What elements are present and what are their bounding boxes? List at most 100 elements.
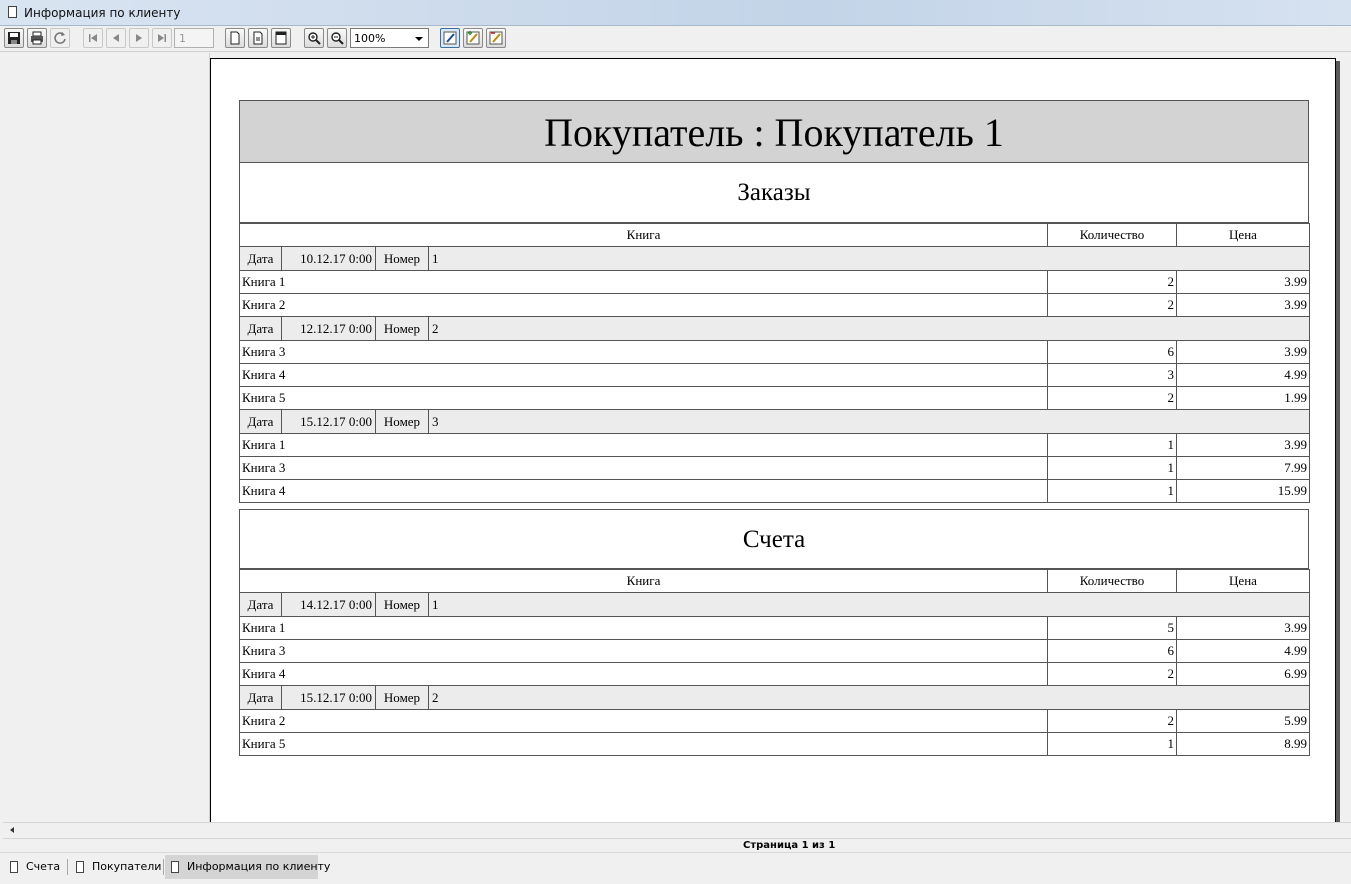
number-label: Номер [376,410,429,433]
book-cell: Книга 4 [239,363,1048,387]
window-titlebar: Информация по клиенту [0,0,1351,26]
price-cell: 3.99 [1176,293,1310,317]
previous-page-button[interactable] [106,28,126,48]
price-cell: 3.99 [1176,616,1310,640]
price-cell: 8.99 [1176,732,1310,756]
book-cell: Книга 3 [239,456,1048,480]
date-value: 14.12.17 0:00 [282,593,376,616]
add-edit-icon [466,31,480,45]
tab-invoices[interactable]: Счета [4,855,66,879]
price-cell: 3.99 [1176,433,1310,457]
book-cell: Книга 4 [239,662,1048,686]
navigation-pane [3,53,210,822]
table-row: Книга 1 2 3.99 [239,270,1310,294]
refresh-button[interactable] [50,28,70,48]
next-page-button[interactable] [129,28,149,48]
column-header-row: Книга Количество Цена [239,569,1310,593]
page-width-icon [253,31,263,45]
zoom-in-icon [308,32,321,45]
book-cell: Книга 2 [239,293,1048,317]
chevron-down-icon [415,37,423,41]
price-cell: 7.99 [1176,456,1310,480]
tab-divider [163,859,164,875]
save-icon [8,32,20,44]
delete-report-button[interactable] [486,28,506,48]
section-title: Счета [239,509,1309,569]
horizontal-scrollbar[interactable] [3,822,1351,839]
first-page-button[interactable] [83,28,103,48]
column-header-quantity: Количество [1047,569,1177,593]
next-page-icon [136,34,142,42]
quantity-cell: 2 [1047,709,1177,733]
date-label: Дата [241,410,282,433]
invoices-section: Счета Книга Количество Цена Дата 14.12.17 0:0… [239,509,1310,756]
tab-customer-info[interactable]: Информация по клиенту [165,855,330,879]
single-page-button[interactable] [225,28,245,48]
edit-report-button[interactable] [440,28,460,48]
multi-page-button[interactable] [271,28,291,48]
delete-edit-icon [489,31,503,45]
last-page-icon [158,34,166,42]
document-icon [171,861,179,873]
group-header-row: Дата 14.12.17 0:00 Номер 1 [239,592,1310,617]
table-row: Книга 5 1 8.99 [239,732,1310,756]
price-cell: 4.99 [1176,363,1310,387]
date-label: Дата [241,317,282,340]
group-header-row: Дата 10.12.17 0:00 Номер 1 [239,246,1310,271]
zoom-value: 100% [354,32,386,45]
number-label: Номер [376,317,429,340]
report-table: Книга Количество Цена Дата 14.12.17 0:00 Номе… [239,569,1310,756]
quantity-cell: 2 [1047,293,1177,317]
column-header-row: Книга Количество Цена [239,223,1310,247]
table-row: Книга 4 3 4.99 [239,363,1310,387]
price-cell: 5.99 [1176,709,1310,733]
table-row: Книга 3 6 3.99 [239,340,1310,364]
quantity-cell: 1 [1047,479,1177,503]
page-number-input[interactable]: 1 [174,28,214,48]
print-button[interactable] [27,28,47,48]
page-width-button[interactable] [248,28,268,48]
price-cell: 3.99 [1176,270,1310,294]
report-header: Покупатель : Покупатель 1 [239,100,1309,163]
table-row: Книга 3 1 7.99 [239,456,1310,480]
quantity-cell: 2 [1047,386,1177,410]
zoom-out-button[interactable] [327,28,347,48]
save-button[interactable] [4,28,24,48]
table-row: Книга 2 2 3.99 [239,293,1310,317]
zoom-select[interactable]: 100% [350,28,429,48]
column-header-book: Книга [239,223,1048,247]
window-title: Информация по клиенту [24,6,181,20]
book-cell: Книга 5 [239,386,1048,410]
quantity-cell: 3 [1047,363,1177,387]
group-header-cell: Дата 15.12.17 0:00 Номер 2 [239,685,1310,710]
scroll-left-icon[interactable] [10,827,14,833]
quantity-cell: 1 [1047,433,1177,457]
table-row: Книга 1 5 3.99 [239,616,1310,640]
date-value: 12.12.17 0:00 [282,317,376,340]
group-header-cell: Дата 12.12.17 0:00 Номер 2 [239,316,1310,341]
tab-customers[interactable]: Покупатели [70,855,162,879]
document-icon [10,861,18,873]
quantity-cell: 1 [1047,732,1177,756]
date-label: Дата [241,686,282,709]
report-body: Покупатель : Покупатель 1 Заказы Книга Кол… [239,100,1310,756]
new-report-button[interactable] [463,28,483,48]
document-icon [76,861,84,873]
edit-icon [443,31,457,45]
report-viewport[interactable]: Покупатель : Покупатель 1 Заказы Книга Кол… [210,53,1351,822]
page-indicator: Страница 1 из 1 [743,840,836,851]
book-cell: Книга 1 [239,433,1048,457]
document-tabs: Счета Покупатели Информация по клиенту [0,852,1351,884]
number-value: 1 [432,251,439,266]
book-cell: Книга 4 [239,479,1048,503]
table-row: Книга 1 1 3.99 [239,433,1310,457]
table-row: Книга 4 2 6.99 [239,662,1310,686]
zoom-in-button[interactable] [304,28,324,48]
book-cell: Книга 1 [239,616,1048,640]
last-page-button[interactable] [152,28,172,48]
date-value: 15.12.17 0:00 [282,686,376,709]
quantity-cell: 2 [1047,662,1177,686]
quantity-cell: 6 [1047,639,1177,663]
orders-section: Заказы Книга Количество Цена Дата 10.12.17 0:… [239,163,1310,503]
group-header-cell: Дата 10.12.17 0:00 Номер 1 [239,246,1310,271]
